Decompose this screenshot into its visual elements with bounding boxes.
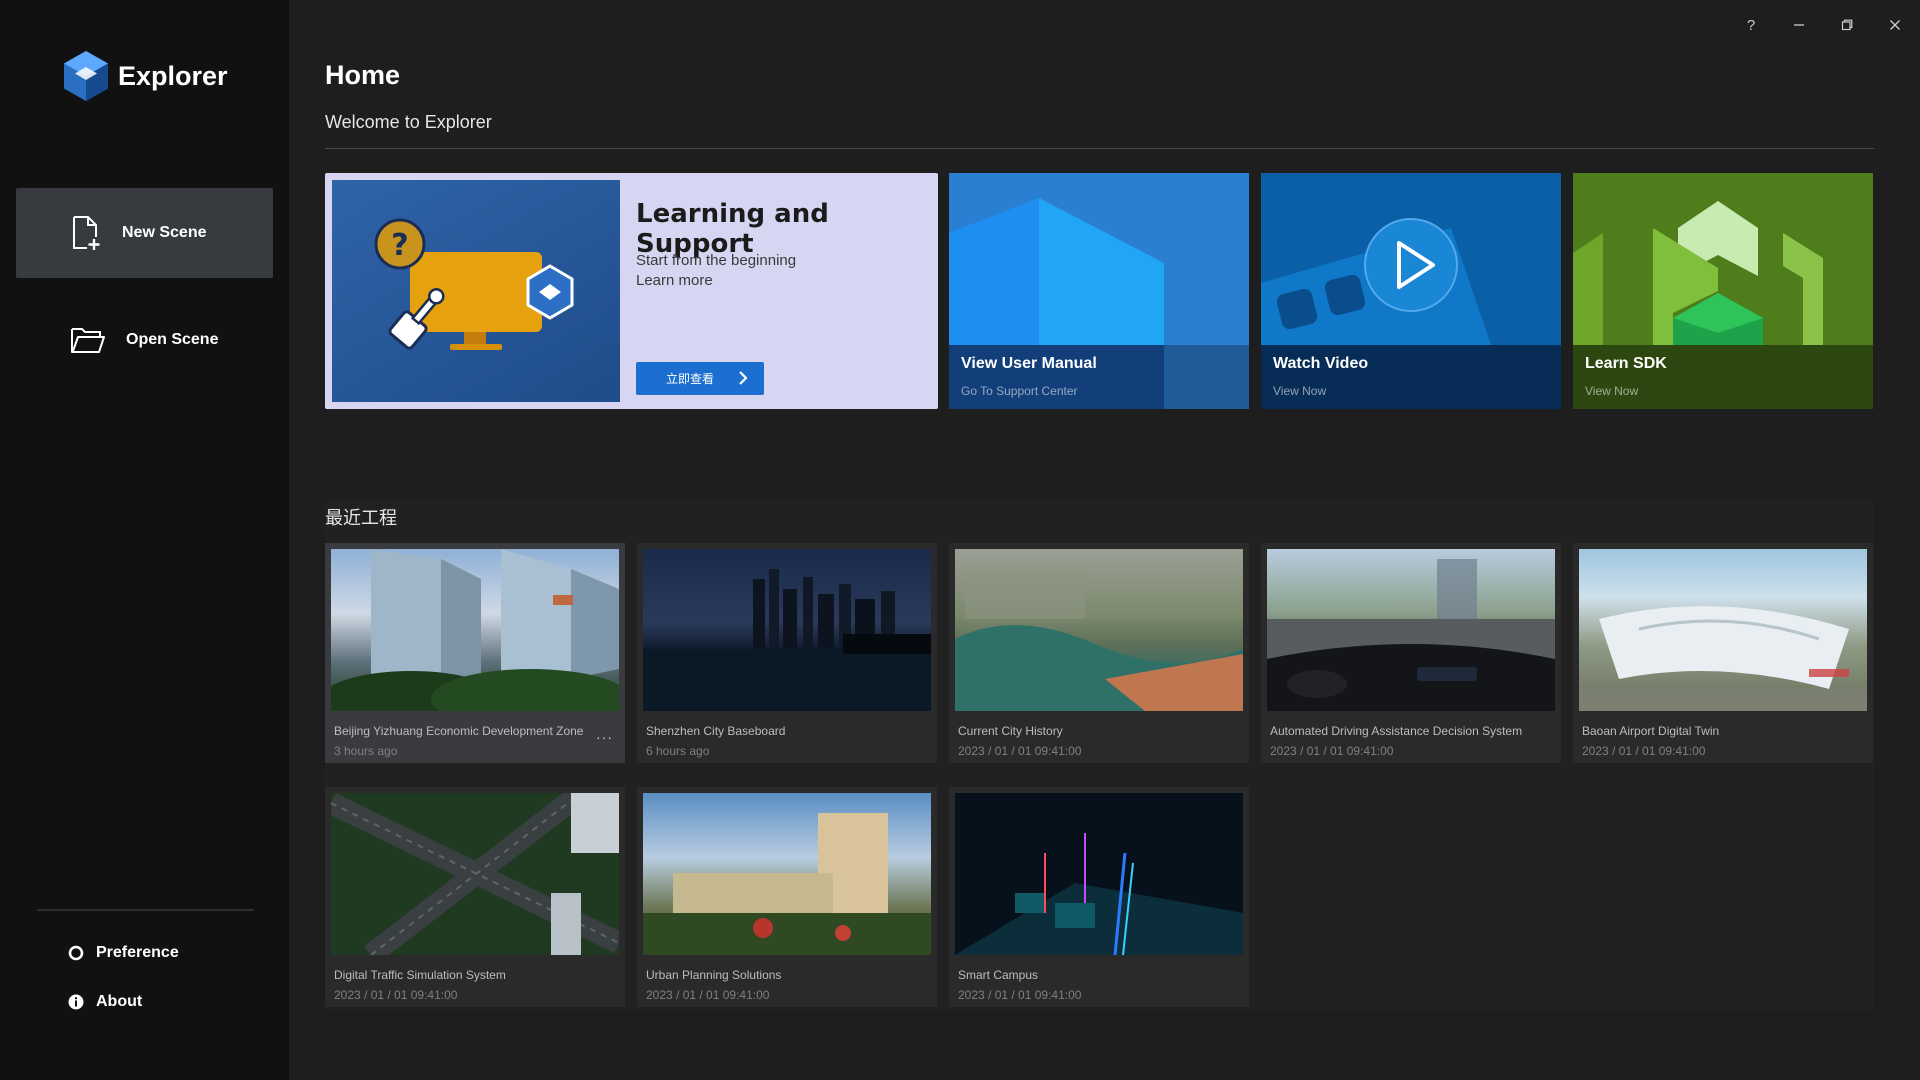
header-divider — [325, 148, 1874, 149]
close-icon — [1890, 20, 1900, 30]
learning-line-2: Learn more — [636, 272, 713, 289]
urban-building-image-icon — [643, 813, 931, 955]
project-card[interactable]: Current City History 2023 / 01 / 01 09:4… — [949, 543, 1249, 763]
new-scene-label: New Scene — [122, 224, 207, 241]
project-name: Smart Campus — [958, 968, 1039, 982]
project-time: 2023 / 01 / 01 09:41:00 — [1270, 744, 1394, 758]
project-time: 2023 / 01 / 01 09:41:00 — [1582, 744, 1706, 758]
new-scene-button[interactable]: New Scene — [16, 188, 273, 278]
sidebar-divider — [37, 909, 254, 911]
view-now-label: 立即查看 — [666, 372, 715, 386]
sidebar: Explorer New Scene Open Scene Preference… — [0, 0, 289, 1080]
project-time: 6 hours ago — [646, 744, 710, 758]
project-time: 2023 / 01 / 01 09:41:00 — [646, 988, 770, 1002]
tile-subtitle: Go To Support Center — [961, 384, 1078, 398]
project-name: Beijing Yizhuang Economic Development Zo… — [334, 724, 584, 738]
project-card[interactable]: Beijing Yizhuang Economic Development Zo… — [325, 543, 625, 763]
airport-image-icon — [1579, 606, 1867, 711]
project-card[interactable]: Automated Driving Assistance Decision Sy… — [1261, 543, 1561, 763]
project-time: 2023 / 01 / 01 09:41:00 — [958, 988, 1082, 1002]
view-user-manual-tile[interactable]: View User Manual Go To Support Center — [949, 173, 1249, 409]
brand: Explorer — [63, 50, 228, 102]
project-card[interactable]: Smart Campus 2023 / 01 / 01 09:41:00 — [949, 787, 1249, 1007]
tile-subtitle: View Now — [1273, 384, 1327, 398]
more-options-icon[interactable]: ··· — [596, 729, 613, 745]
traffic-interchange-image-icon — [331, 793, 619, 955]
project-card[interactable]: Digital Traffic Simulation System 2023 /… — [325, 787, 625, 1007]
preference-link[interactable]: Preference — [68, 944, 179, 962]
about-link[interactable]: About — [68, 993, 142, 1011]
new-file-icon — [73, 216, 100, 250]
project-card[interactable]: Shenzhen City Baseboard 6 hours ago — [637, 543, 937, 763]
car-dashboard-image-icon — [1267, 559, 1555, 711]
learning-title: Learning and Support — [636, 199, 829, 259]
open-scene-button[interactable]: Open Scene — [16, 295, 273, 385]
project-thumbnail — [1579, 549, 1867, 711]
tile-title: Watch Video — [1273, 355, 1369, 372]
learning-illustration: ? — [332, 180, 620, 402]
preference-label: Preference — [96, 944, 179, 961]
watch-video-tile[interactable]: Watch Video View Now — [1261, 173, 1561, 409]
restore-icon — [1841, 19, 1853, 31]
project-thumbnail — [955, 549, 1243, 711]
project-name: Urban Planning Solutions — [646, 968, 782, 982]
explorer-logo-icon — [64, 51, 108, 101]
learning-line-1: Start from the beginning — [636, 252, 797, 269]
app-name: Explorer — [118, 60, 228, 91]
project-thumbnail — [331, 793, 619, 955]
learn-sdk-tile[interactable]: Learn SDK View Now — [1573, 173, 1873, 409]
project-name: Shenzhen City Baseboard — [646, 724, 786, 738]
project-thumbnail — [331, 549, 619, 711]
minimize-button[interactable] — [1786, 12, 1812, 38]
help-button[interactable]: ? — [1738, 12, 1764, 38]
skyscrapers-image-icon — [331, 549, 619, 711]
minimize-icon — [1794, 24, 1804, 26]
project-name: Current City History — [958, 724, 1063, 738]
svg-text:?: ? — [391, 228, 408, 263]
aerial-city-image-icon — [955, 569, 1243, 711]
project-time: 2023 / 01 / 01 09:41:00 — [334, 988, 458, 1002]
chevron-right-icon — [739, 371, 748, 385]
info-icon — [68, 994, 84, 1010]
smart-campus-image-icon — [955, 793, 1243, 955]
learning-support-illustration-icon: ? — [374, 218, 574, 350]
project-thumbnail — [955, 793, 1243, 955]
project-time: 3 hours ago — [334, 744, 398, 758]
settings-circle-icon — [68, 945, 84, 961]
restore-button[interactable] — [1834, 12, 1860, 38]
project-name: Digital Traffic Simulation System — [334, 968, 506, 982]
learning-support-card: ? Learning and Support Start from the be… — [325, 173, 938, 409]
project-name: Automated Driving Assistance Decision Sy… — [1270, 724, 1523, 738]
view-now-button[interactable]: 立即查看 — [636, 362, 764, 395]
project-time: 2023 / 01 / 01 09:41:00 — [958, 744, 1082, 758]
page-title: Home — [325, 60, 401, 90]
tile-title: Learn SDK — [1585, 355, 1667, 372]
close-button[interactable] — [1882, 12, 1908, 38]
about-label: About — [96, 993, 143, 1010]
page-subtitle: Welcome to Explorer — [325, 112, 492, 132]
project-card[interactable]: Baoan Airport Digital Twin 2023 / 01 / 0… — [1573, 543, 1873, 763]
recent-projects-title: 最近工程 — [325, 508, 397, 528]
question-icon: ? — [1746, 16, 1756, 34]
tile-title: View User Manual — [961, 355, 1097, 372]
project-thumbnail — [1267, 549, 1555, 711]
open-scene-label: Open Scene — [126, 331, 219, 348]
tile-subtitle: View Now — [1585, 384, 1639, 398]
city-night-image-icon — [643, 569, 931, 711]
project-card[interactable]: Urban Planning Solutions 2023 / 01 / 01 … — [637, 787, 937, 1007]
folder-icon — [71, 328, 105, 353]
project-thumbnail — [643, 793, 931, 955]
project-name: Baoan Airport Digital Twin — [1582, 724, 1720, 738]
project-thumbnail — [643, 549, 931, 711]
